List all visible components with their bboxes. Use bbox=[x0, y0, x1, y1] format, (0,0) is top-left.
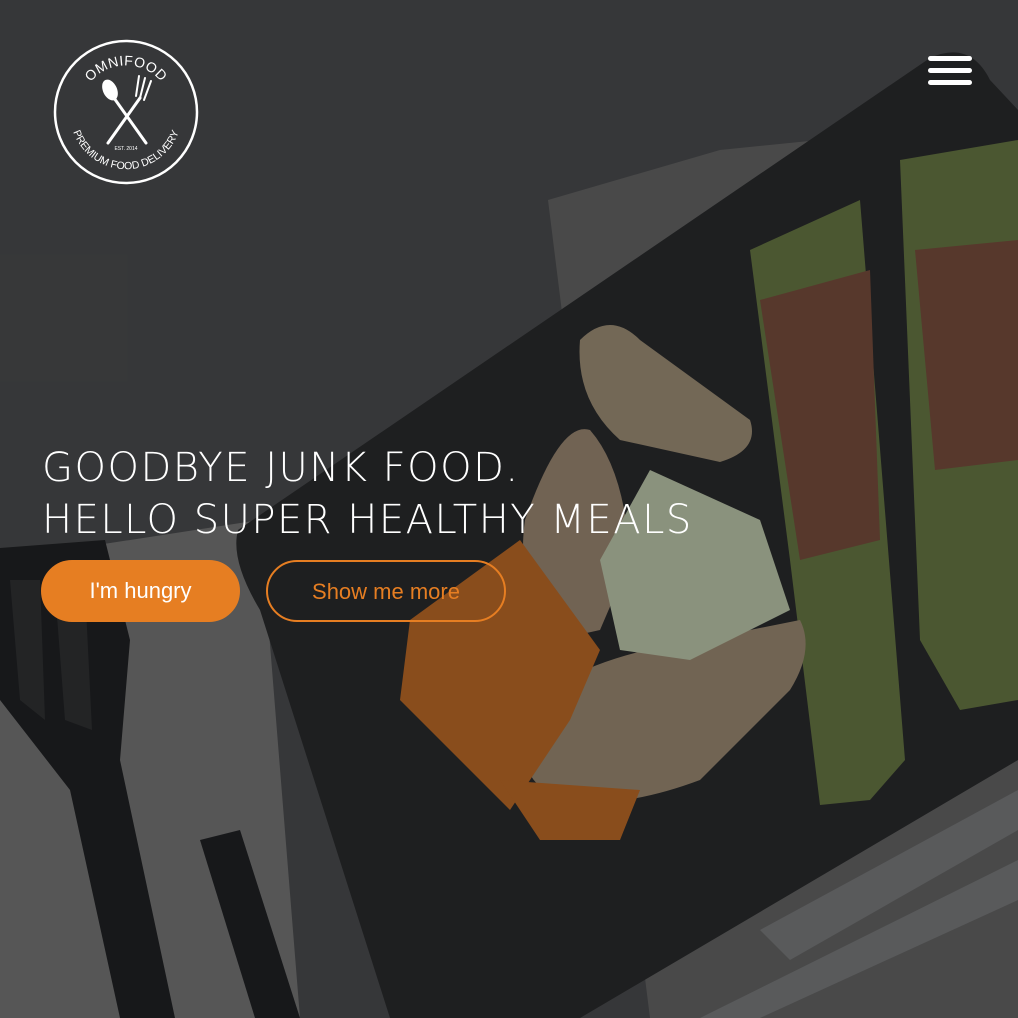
spoon-icon bbox=[102, 79, 148, 145]
im-hungry-button[interactable]: I'm hungry bbox=[41, 560, 240, 622]
menu-bar bbox=[928, 68, 972, 73]
show-me-more-button[interactable]: Show me more bbox=[266, 560, 506, 622]
svg-text:OMNIFOOD: OMNIFOOD bbox=[81, 52, 171, 84]
menu-bar bbox=[928, 80, 972, 85]
headline-line-2: HELLO SUPER HEALTHY MEALS bbox=[42, 497, 693, 543]
headline-line-1: GOODBYE JUNK FOOD. bbox=[42, 445, 520, 491]
hero-headline: GOODBYE JUNK FOOD. HELLO SUPER HEALTHY M… bbox=[42, 442, 742, 546]
hamburger-menu-icon[interactable] bbox=[928, 56, 972, 96]
hero-section: OMNIFOOD PREMIUM FOOD DELIVERY EST. 2014… bbox=[0, 0, 1018, 1018]
menu-bar bbox=[928, 56, 972, 61]
logo-est: EST. 2014 bbox=[114, 146, 137, 152]
logo-brand-name: OMNIFOOD bbox=[81, 52, 170, 84]
omnifood-logo[interactable]: OMNIFOOD PREMIUM FOOD DELIVERY EST. 2014 bbox=[52, 38, 200, 186]
